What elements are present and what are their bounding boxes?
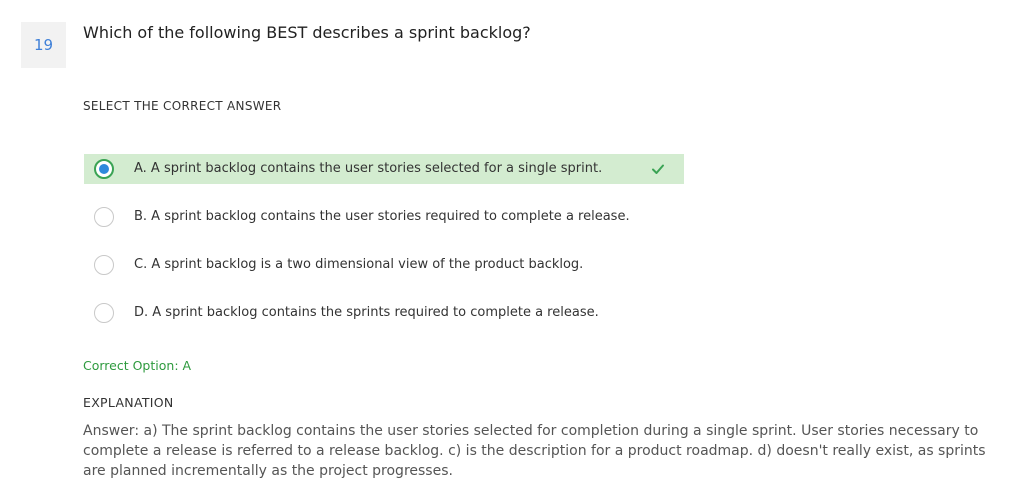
check-icon	[652, 164, 664, 174]
question-number-badge: 19	[21, 22, 66, 68]
option-c[interactable]: C. A sprint backlog is a two dimensional…	[84, 250, 684, 280]
question-number: 19	[33, 36, 54, 54]
option-a[interactable]: A. A sprint backlog contains the user st…	[84, 154, 684, 184]
option-a-label: A. A sprint backlog contains the user st…	[134, 161, 603, 176]
option-c-radio[interactable]	[94, 255, 114, 275]
option-d[interactable]: D. A sprint backlog contains the sprints…	[84, 298, 684, 328]
quiz-question-page: 19 Which of the following BEST describes…	[0, 0, 1015, 497]
option-d-label: D. A sprint backlog contains the sprints…	[134, 305, 599, 320]
correct-option-text: Correct Option: A	[83, 358, 192, 373]
explanation-heading: EXPLANATION	[83, 395, 174, 410]
option-c-label: C. A sprint backlog is a two dimensional…	[134, 257, 584, 272]
option-b-radio[interactable]	[94, 207, 114, 227]
question-text: Which of the following BEST describes a …	[83, 23, 531, 42]
option-b[interactable]: B. A sprint backlog contains the user st…	[84, 202, 684, 232]
option-d-radio[interactable]	[94, 303, 114, 323]
select-answer-label: SELECT THE CORRECT ANSWER	[83, 99, 282, 113]
explanation-text: Answer: a) The sprint backlog contains t…	[83, 423, 986, 479]
option-b-label: B. A sprint backlog contains the user st…	[134, 209, 630, 224]
option-a-radio[interactable]	[94, 159, 114, 179]
